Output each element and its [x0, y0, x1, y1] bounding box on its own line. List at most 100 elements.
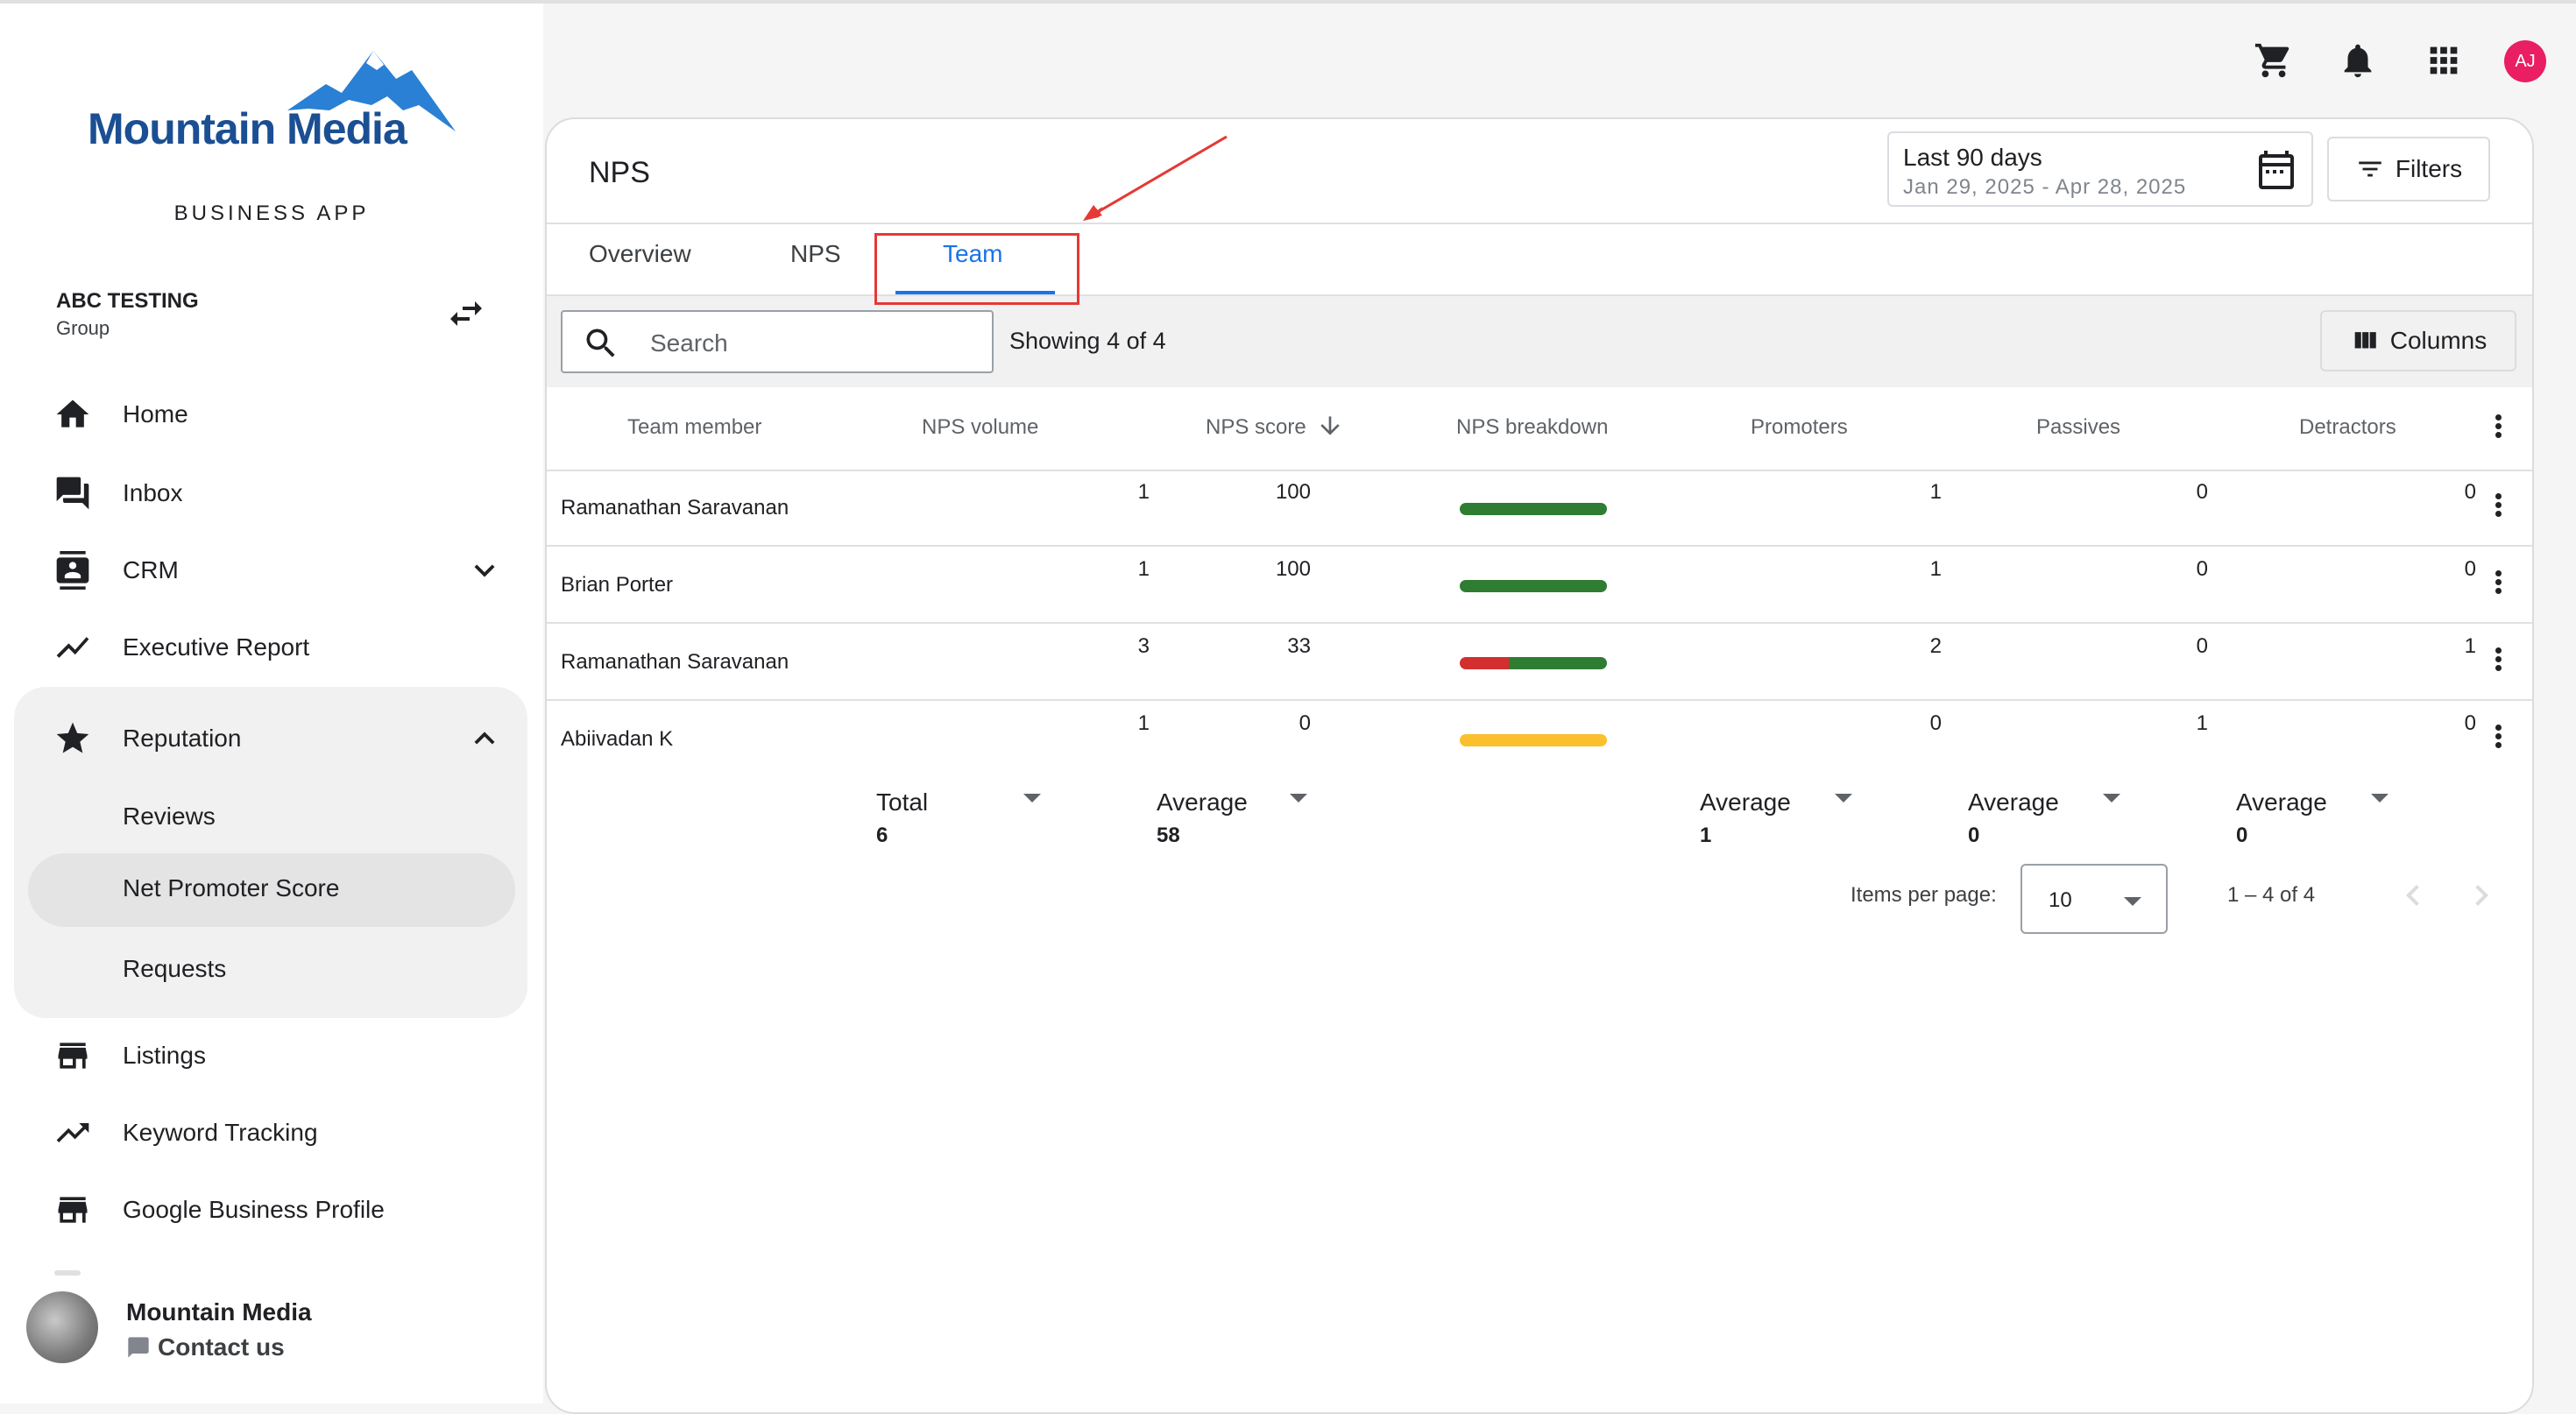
search-input[interactable]	[650, 326, 974, 361]
partner-avatar	[26, 1291, 98, 1363]
tab-nps[interactable]: NPS	[790, 240, 841, 268]
cell-team-member: Ramanathan Saravanan	[561, 650, 789, 674]
breakdown-segment-passive	[1460, 734, 1607, 746]
nps-breakdown-bar	[1460, 580, 1607, 592]
col-header-team-member[interactable]: Team member	[627, 415, 761, 440]
detractors-aggregate-dropdown-icon[interactable]	[2371, 794, 2388, 802]
cell-nps-score: 0	[1299, 711, 1311, 735]
columns-button[interactable]: Columns	[2320, 310, 2516, 371]
search-box[interactable]	[561, 310, 994, 373]
sidebar-item-label: CRM	[123, 556, 179, 583]
previous-page-icon[interactable]	[2392, 874, 2434, 916]
brand-logo[interactable]: Mountain Media	[88, 47, 456, 170]
sidebar-item-requests[interactable]: Requests	[0, 934, 543, 1004]
cell-passives: 0	[2196, 557, 2208, 581]
sidebar-item-keyword-tracking[interactable]: Keyword Tracking	[0, 1102, 543, 1163]
sidebar-item-label: Executive Report	[123, 633, 310, 661]
sidebar-item-net-promoter-score[interactable]: Net Promoter Score	[0, 853, 543, 927]
sidebar-item-label: Inbox	[123, 479, 183, 506]
sidebar-item-label: Requests	[123, 955, 227, 982]
row-options-icon[interactable]	[2494, 491, 2502, 526]
cart-icon[interactable]	[2252, 39, 2296, 82]
sidebar-item-executive-report[interactable]: Executive Report	[0, 617, 543, 678]
date-range-label: Last 90 days	[1903, 144, 2042, 171]
star-icon	[53, 718, 93, 759]
col-header-nps-volume[interactable]: NPS volume	[922, 415, 1038, 440]
next-page-icon[interactable]	[2460, 874, 2502, 916]
col-header-passives[interactable]: Passives	[2036, 415, 2120, 440]
sidebar-item-inbox[interactable]: Inbox	[0, 463, 543, 524]
volume-aggregate-label: Total	[876, 788, 929, 816]
contacts-icon	[53, 550, 93, 590]
chevron-up-icon	[474, 732, 495, 745]
cell-nps-score: 100	[1275, 480, 1311, 504]
promoters-aggregate-label: Average	[1700, 788, 1791, 816]
notifications-bell-icon[interactable]	[2336, 39, 2380, 82]
col-header-nps-score[interactable]: NPS score	[1206, 415, 1306, 440]
date-range-picker[interactable]: Last 90 days Jan 29, 2025 - Apr 28, 2025	[1887, 131, 2313, 207]
row-divider	[547, 622, 2532, 624]
cell-promoters: 1	[1929, 557, 1942, 581]
col-header-detractors[interactable]: Detractors	[2299, 415, 2396, 440]
row-options-icon[interactable]	[2494, 645, 2502, 680]
user-avatar[interactable]: AJ	[2504, 40, 2546, 82]
sidebar-item-label: Keyword Tracking	[123, 1119, 318, 1146]
showing-count: Showing 4 of 4	[1009, 328, 1166, 354]
sidebar-item-label: Listings	[123, 1042, 206, 1069]
cell-team-member: Abiivadan K	[561, 727, 674, 751]
promoters-aggregate-value: 1	[1700, 824, 1712, 847]
passives-aggregate-label: Average	[1968, 788, 2059, 816]
cell-nps-volume: 1	[1137, 480, 1150, 504]
sidebar-item-reviews[interactable]: Reviews	[0, 781, 543, 852]
row-divider	[547, 545, 2532, 547]
chat-bubble-icon	[128, 1337, 149, 1358]
volume-aggregate-value: 6	[876, 824, 888, 847]
breakdown-segment-promoter	[1460, 580, 1607, 592]
items-per-page-select[interactable]: 10	[2020, 864, 2168, 934]
cell-detractors: 0	[2464, 557, 2476, 581]
cell-nps-volume: 1	[1137, 711, 1150, 735]
sidebar-item-listings[interactable]: Listings	[0, 1025, 543, 1086]
row-options-icon[interactable]	[2494, 568, 2502, 603]
sidebar-item-google-business-profile[interactable]: Google Business Profile	[0, 1179, 543, 1241]
team-tab-highlight-box	[874, 233, 1079, 305]
tab-overview[interactable]: Overview	[589, 240, 691, 268]
switch-account-icon[interactable]	[445, 293, 487, 335]
col-header-promoters[interactable]: Promoters	[1751, 415, 1848, 440]
col-header-nps-breakdown[interactable]: NPS breakdown	[1456, 415, 1608, 440]
divider	[547, 223, 2532, 224]
filters-button[interactable]: Filters	[2327, 137, 2490, 201]
sort-descending-icon[interactable]	[1316, 412, 1344, 440]
passives-aggregate-dropdown-icon[interactable]	[2103, 794, 2120, 802]
sidebar-item-home[interactable]: Home	[0, 384, 543, 445]
sidebar-item-label: Home	[123, 400, 188, 428]
nps-breakdown-bar	[1460, 657, 1607, 669]
promoters-aggregate-dropdown-icon[interactable]	[1835, 794, 1852, 802]
table-options-icon[interactable]	[2494, 412, 2502, 447]
date-range-dates: Jan 29, 2025 - Apr 28, 2025	[1903, 175, 2187, 199]
home-icon	[53, 394, 93, 435]
sidebar-item-label: Google Business Profile	[123, 1196, 385, 1223]
contact-us-link[interactable]: Contact us	[126, 1333, 285, 1361]
sidebar-item-label: Net Promoter Score	[123, 874, 340, 901]
detractors-aggregate-value: 0	[2236, 824, 2248, 847]
pagination-range: 1 – 4 of 4	[2227, 883, 2316, 907]
filter-list-icon	[2359, 161, 2381, 177]
sidebar-item-crm[interactable]: CRM	[0, 540, 543, 601]
partner-name: Mountain Media	[126, 1298, 312, 1326]
dropdown-caret-icon	[2124, 897, 2141, 906]
score-aggregate-dropdown-icon[interactable]	[1290, 794, 1307, 802]
row-options-icon[interactable]	[2494, 722, 2502, 757]
cell-promoters: 0	[1929, 711, 1942, 735]
cell-nps-score: 33	[1287, 634, 1311, 658]
contact-us-label: Contact us	[158, 1333, 285, 1361]
sidebar-item-reputation[interactable]: Reputation	[0, 708, 543, 769]
sidebar: Mountain Media BUSINESS APP ABC TESTING …	[0, 4, 543, 1403]
row-divider	[547, 699, 2532, 701]
cell-detractors: 1	[2464, 634, 2476, 658]
trending-up-icon	[53, 1113, 93, 1153]
volume-aggregate-dropdown-icon[interactable]	[1023, 794, 1041, 802]
nps-breakdown-bar	[1460, 503, 1607, 515]
store-icon	[53, 1190, 93, 1230]
apps-grid-icon[interactable]	[2422, 39, 2466, 82]
